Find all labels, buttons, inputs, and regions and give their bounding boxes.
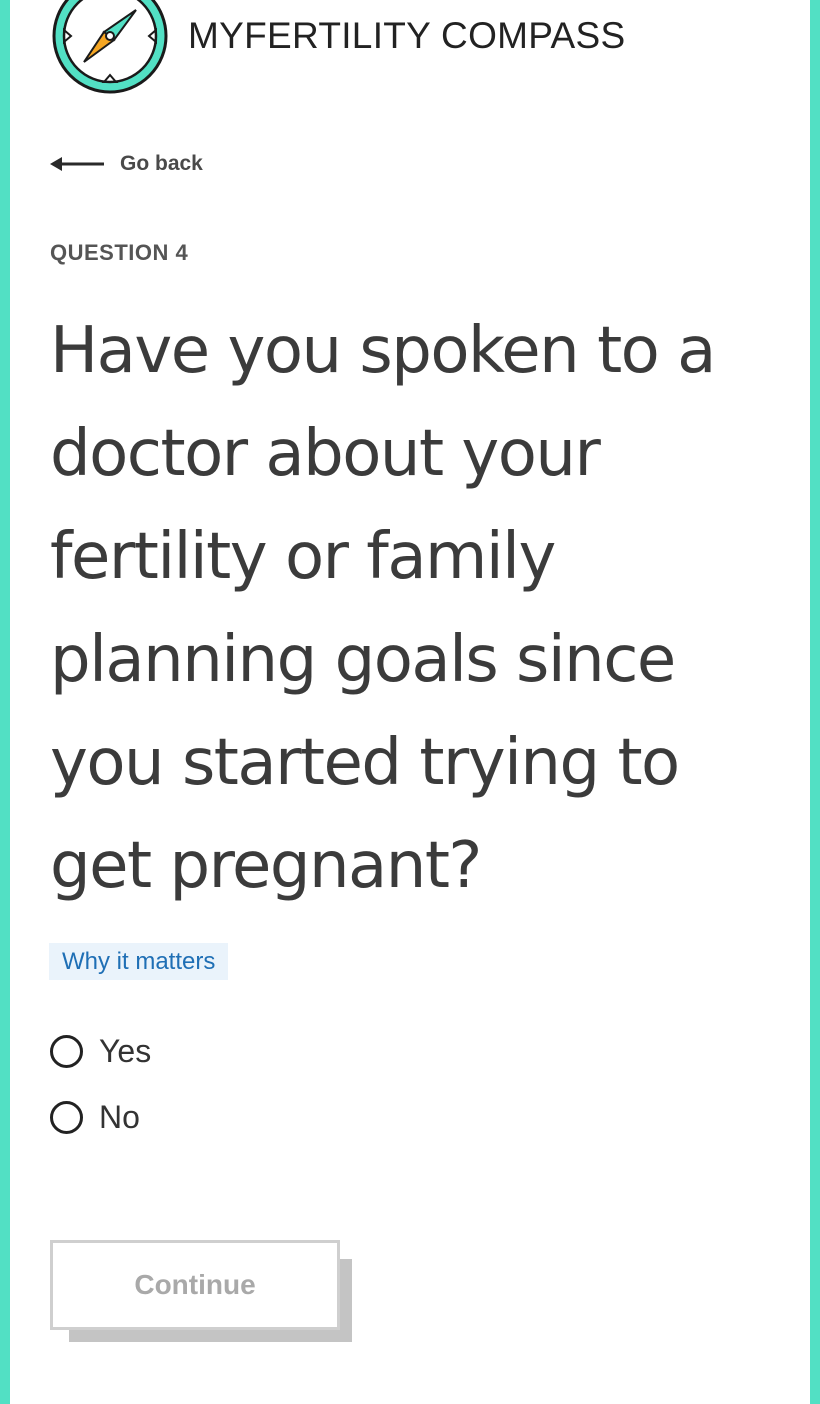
option-yes-label: Yes [99, 1032, 152, 1069]
radio-yes[interactable] [50, 1034, 83, 1068]
app-header: MYFERTILITY COMPASS [50, 0, 625, 96]
go-back-label: Go back [120, 152, 203, 175]
right-accent-border [810, 0, 820, 1404]
go-back-link[interactable]: Go back [50, 152, 203, 176]
compass-icon [50, 0, 170, 96]
brand-name: MYFERTILITY COMPASS [188, 15, 626, 56]
question-text: Have you spoken to a doctor about your f… [50, 314, 716, 903]
question-number: QUESTION 4 [50, 240, 189, 265]
why-it-matters-link[interactable]: Why it matters [49, 943, 229, 980]
continue-button-wrapper: Continue [50, 1240, 352, 1342]
option-yes[interactable]: Yes [50, 1030, 151, 1072]
continue-button[interactable]: Continue [50, 1240, 340, 1330]
left-accent-border [0, 0, 10, 1404]
radio-no[interactable] [50, 1100, 83, 1134]
answer-options: Yes No [50, 1030, 151, 1162]
option-no[interactable]: No [50, 1096, 151, 1138]
option-no-label: No [99, 1098, 140, 1135]
arrow-left-icon [50, 157, 104, 171]
